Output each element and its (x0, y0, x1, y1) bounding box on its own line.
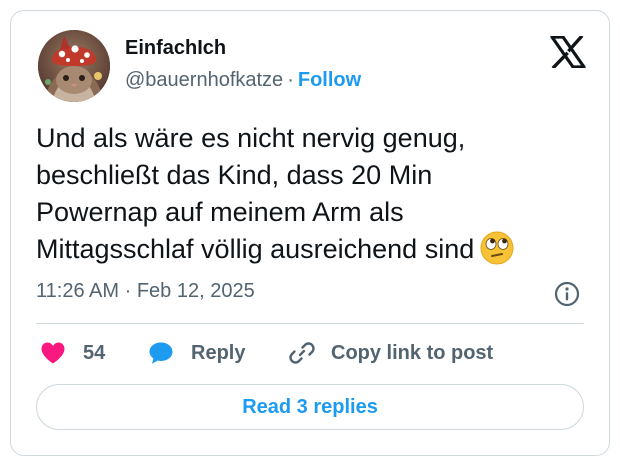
action-bar: 54 Reply Copy link to post (36, 337, 584, 369)
face-with-rolling-eyes-emoji-icon (480, 231, 514, 265)
copy-link-button[interactable]: Copy link to post (289, 337, 493, 369)
link-icon (289, 342, 315, 364)
speech-bubble-icon (149, 342, 173, 364)
like-button[interactable]: 54 (40, 337, 105, 369)
copy-link-label: Copy link to post (331, 341, 494, 364)
tweet-card: EinfachIch @bauernhofkatze · Follow Und al… (10, 10, 610, 456)
tweet-text-line: Powernap auf meinem Arm als (36, 197, 404, 227)
avatar[interactable] (38, 30, 110, 102)
handle-row: @bauernhofkatze · Follow (125, 69, 361, 92)
follow-link[interactable]: Follow (298, 69, 361, 91)
handle-separator: · (287, 69, 294, 91)
timestamp-separator: · (124, 280, 132, 302)
heart-icon (41, 342, 65, 364)
display-name[interactable]: EinfachIch (125, 37, 226, 60)
user-handle[interactable]: @bauernhofkatze (125, 69, 283, 91)
post-time[interactable]: 11:26 AM (36, 280, 119, 302)
tweet-text-last-line: Mittagsschlaf völlig ausreichend sind (36, 231, 596, 268)
like-count: 54 (83, 341, 106, 364)
info-icon[interactable] (554, 281, 580, 307)
tweet-text-line: Und als wäre es nicht nervig genug, (36, 123, 466, 153)
cat-avatar-icon (38, 30, 110, 102)
tweet-text-line: beschließt das Kind, dass 20 Min (36, 160, 433, 190)
reply-button[interactable]: Reply (148, 337, 245, 369)
post-date[interactable]: Feb 12, 2025 (137, 280, 255, 302)
tweet-text: Und als wäre es nicht nervig genug, besc… (36, 120, 596, 268)
x-logo-icon[interactable] (550, 36, 586, 68)
tweet-text-line: Mittagsschlaf völlig ausreichend sind (36, 234, 475, 264)
divider (36, 323, 584, 324)
reply-label: Reply (191, 341, 246, 364)
timestamp-row: 11:26 AM · Feb 12, 2025 (36, 280, 255, 303)
read-replies-button[interactable]: Read 3 replies (36, 384, 584, 430)
